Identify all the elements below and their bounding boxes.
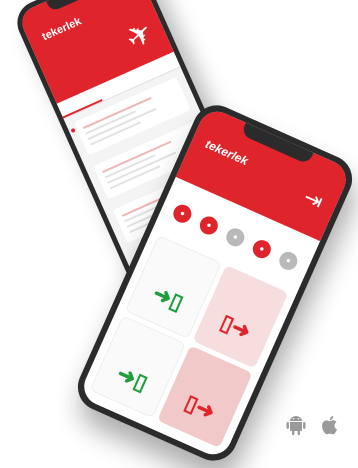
back-phone-logo: tekerlek bbox=[40, 15, 84, 44]
android-icon bbox=[286, 416, 306, 436]
exit-arrow-icon: ▯➜ bbox=[181, 389, 220, 425]
category-icon: ● bbox=[196, 213, 221, 238]
back-phone-notch bbox=[46, 0, 110, 13]
exit-arrow-icon: ▯➜ bbox=[216, 309, 255, 345]
action-tiles: ➜▯ ▯➜ ➜▯ ▯➜ bbox=[89, 234, 289, 448]
category-item[interactable]: ● bbox=[194, 213, 222, 240]
category-item[interactable]: ● bbox=[247, 236, 275, 263]
category-icon: ● bbox=[170, 201, 195, 226]
category-icon: ● bbox=[223, 225, 248, 250]
front-phone-logo: tekerlek bbox=[203, 136, 251, 169]
promo-stage: tekerlek ✈ tekerlek ⇥ ● ● ● ● ● ➜▯ ▯➜ ➜▯… bbox=[0, 0, 358, 468]
enter-arrow-icon: ➜▯ bbox=[113, 360, 152, 396]
enter-arrow-icon: ➜▯ bbox=[149, 280, 188, 316]
airplane-icon: ✈ bbox=[119, 15, 161, 57]
door-exit-icon: ⇥ bbox=[299, 184, 327, 215]
platform-badges bbox=[284, 413, 342, 437]
bullet-icon bbox=[70, 127, 76, 134]
apple-icon bbox=[322, 416, 337, 435]
category-item[interactable]: ● bbox=[168, 201, 196, 228]
front-phone-notch bbox=[240, 122, 314, 165]
category-icon: ● bbox=[276, 249, 301, 273]
category-icon: ● bbox=[249, 237, 274, 262]
category-item[interactable]: ● bbox=[221, 225, 249, 252]
category-item[interactable]: ● bbox=[274, 248, 302, 275]
